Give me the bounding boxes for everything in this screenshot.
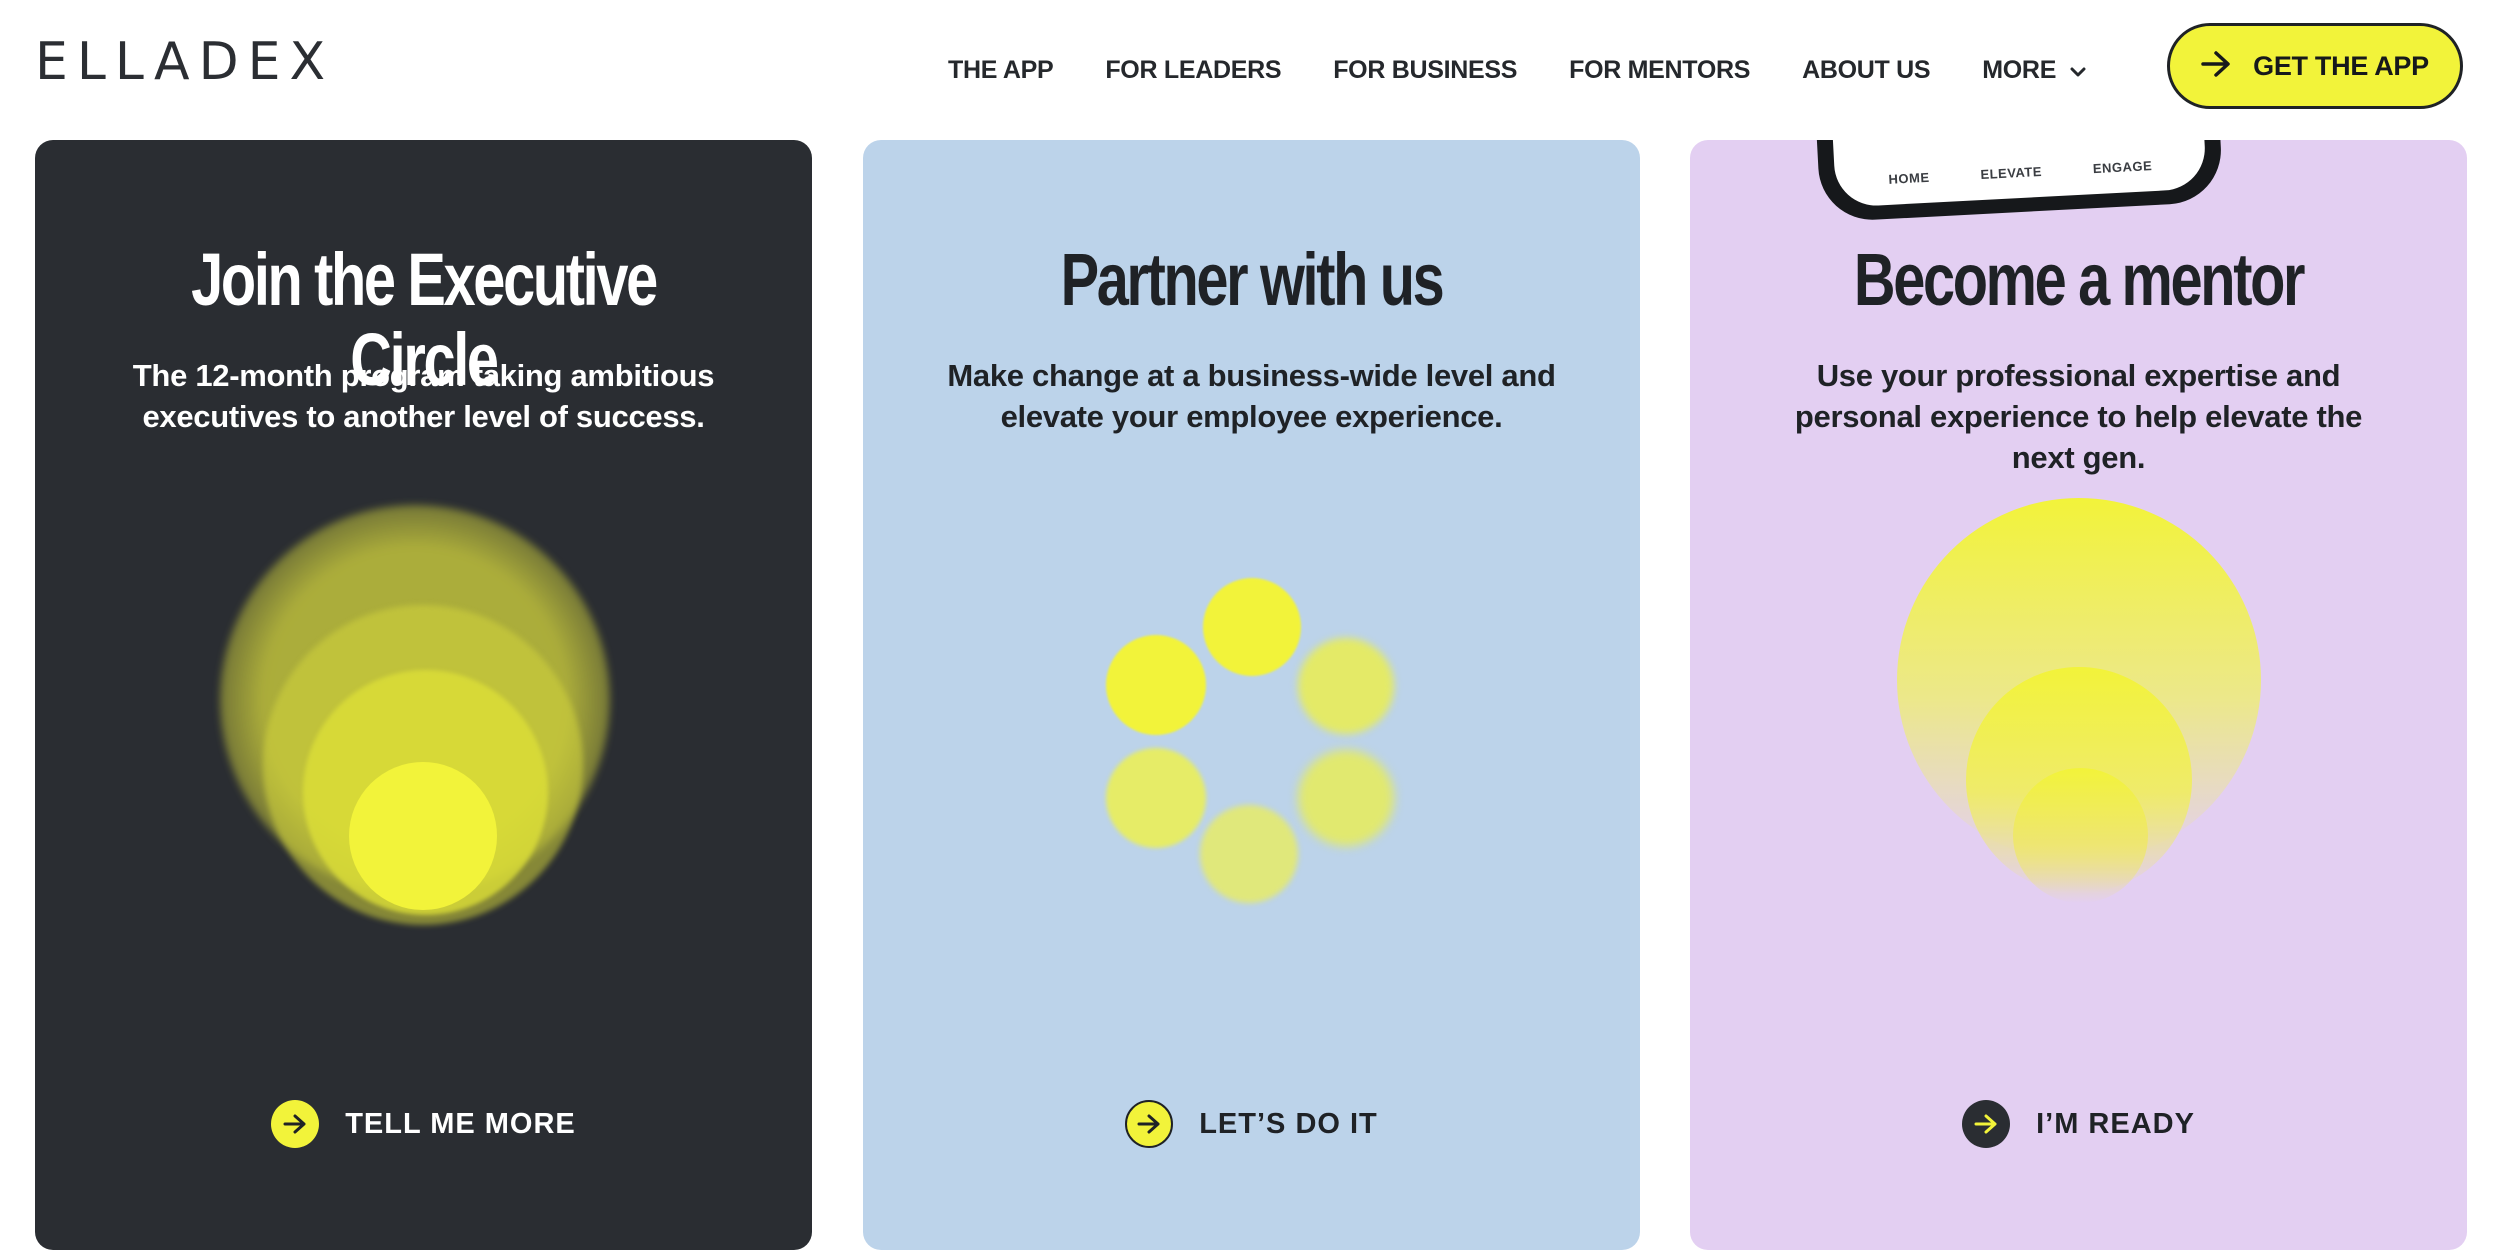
nav-more[interactable]: MORE bbox=[1982, 56, 2086, 85]
card-description: Use your professional expertise and pers… bbox=[1794, 358, 2363, 475]
im-ready-link[interactable]: I’M READY bbox=[1690, 1100, 2467, 1148]
executive-circle-card: Join the Executive Circle The 12-month p… bbox=[35, 140, 812, 1250]
card-description: The 12-month program taking ambitious ex… bbox=[132, 358, 715, 434]
phone-tab-elevate: ELEVATE bbox=[1980, 163, 2043, 183]
im-ready-label: I’M READY bbox=[2036, 1107, 2195, 1140]
get-the-app-button[interactable]: GET THE APP bbox=[2167, 23, 2463, 109]
phone-screen: HOME ELEVATE ENGAGE bbox=[1831, 140, 2207, 208]
arrow-right-icon bbox=[2201, 50, 2231, 82]
phone-mockup: HOME ELEVATE ENGAGE bbox=[1815, 140, 2224, 223]
main-nav: THE APP FOR LEADERS FOR BUSINESS FOR MEN… bbox=[948, 48, 2086, 92]
nav-for-business[interactable]: FOR BUSINESS bbox=[1333, 56, 1517, 85]
card-description: Make change at a business-wide level and… bbox=[947, 358, 1556, 434]
arrow-right-icon bbox=[1125, 1100, 1174, 1148]
lets-do-it-link[interactable]: LET’S DO IT bbox=[863, 1100, 1640, 1148]
lets-do-it-label: LET’S DO IT bbox=[1199, 1107, 1378, 1140]
card-title: Become a mentor bbox=[1853, 238, 2306, 321]
nav-the-app[interactable]: THE APP bbox=[948, 56, 1054, 85]
nav-about-us[interactable]: ABOUT US bbox=[1802, 56, 1930, 85]
nav-for-leaders[interactable]: FOR LEADERS bbox=[1105, 56, 1281, 85]
nav-for-mentors[interactable]: FOR MENTORS bbox=[1569, 56, 1750, 85]
tell-me-more-label: TELL ME MORE bbox=[345, 1107, 576, 1140]
chevron-down-icon bbox=[2070, 56, 2086, 85]
partner-card: Partner with us Make change at a busines… bbox=[863, 140, 1640, 1250]
elladex-logo[interactable]: ELLADEX bbox=[35, 32, 334, 92]
nav-more-label: MORE bbox=[1982, 55, 2057, 84]
mentor-card: HOME ELEVATE ENGAGE Become a mentor Use … bbox=[1690, 140, 2467, 1250]
arrow-right-icon bbox=[1962, 1100, 2011, 1148]
get-the-app-label: GET THE APP bbox=[2253, 50, 2429, 81]
phone-tab-home: HOME bbox=[1888, 169, 1930, 187]
card-title: Partner with us bbox=[1060, 238, 1445, 321]
arrow-right-icon bbox=[271, 1100, 320, 1148]
tell-me-more-link[interactable]: TELL ME MORE bbox=[35, 1100, 812, 1148]
phone-tab-engage: ENGAGE bbox=[2092, 158, 2153, 177]
